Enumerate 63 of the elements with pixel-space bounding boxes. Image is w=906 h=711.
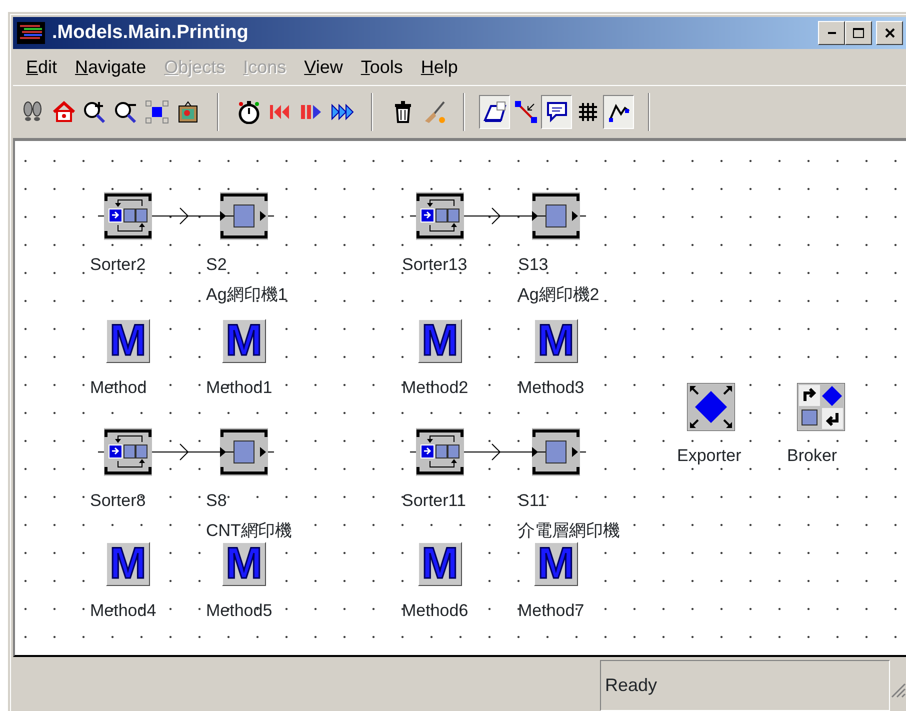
footprints-icon [20, 100, 44, 124]
node-description: Ag網印機1 [206, 284, 288, 306]
method-icon[interactable]: M [534, 542, 578, 586]
node-label: S13 [518, 254, 548, 276]
exporter-icon[interactable] [687, 383, 735, 431]
node-label: Broker [787, 445, 838, 467]
node-label: Method3 [518, 377, 584, 399]
menu-item[interactable]: Navigate [66, 52, 156, 82]
menu-item[interactable]: Tools [352, 52, 412, 82]
method-icon[interactable]: M [222, 542, 266, 586]
method-icon[interactable]: M [534, 319, 578, 363]
node-label: Sorter11 [402, 490, 466, 512]
node-label: Method5 [206, 600, 272, 622]
node-label: Method1 [206, 377, 272, 399]
node-label: S2 [206, 254, 227, 276]
zoom-in-icon [82, 100, 106, 124]
menu-item[interactable]: Edit [17, 52, 66, 82]
picture-frame-icon [176, 100, 200, 124]
connector-line [464, 444, 532, 460]
connector-line [152, 444, 220, 460]
speech-bubble-button[interactable] [541, 95, 572, 129]
connector-line [152, 208, 220, 224]
node-label: Sorter13 [402, 254, 468, 276]
node-label: Method6 [402, 600, 468, 622]
menu-item[interactable]: View [295, 52, 352, 82]
window-title: .Models.Main.Printing [52, 20, 248, 45]
method-icon[interactable]: M [418, 319, 462, 363]
pen-button[interactable] [603, 95, 634, 129]
method-icon[interactable]: M [222, 319, 266, 363]
node-label: Sorter2 [90, 254, 146, 276]
broker-icon[interactable] [797, 383, 845, 431]
stopwatch-icon [236, 100, 260, 124]
app-icon [16, 20, 48, 46]
method-icon[interactable]: M [106, 319, 150, 363]
node-label: Method4 [90, 600, 156, 622]
method-icon[interactable]: M [418, 542, 462, 586]
fit-icon [144, 100, 168, 124]
maximize-icon [852, 27, 866, 39]
node-label: S11 [518, 490, 547, 512]
close-icon [884, 27, 896, 39]
zoom-out-icon [114, 100, 138, 124]
menu-item[interactable]: Help [412, 52, 467, 82]
node-description: Ag網印機2 [518, 284, 600, 306]
minimize-button[interactable] [818, 21, 845, 45]
close-button[interactable] [876, 21, 903, 45]
node-label: Exporter [677, 445, 742, 467]
node-description: CNT網印機 [206, 520, 292, 542]
connector-line [464, 208, 532, 224]
node-label: Method [90, 377, 147, 399]
home-icon [52, 100, 76, 124]
speech-bubble-icon [544, 100, 568, 124]
method-icon[interactable]: M [106, 542, 150, 586]
connector-icon [514, 100, 538, 124]
status-text: Ready [600, 660, 890, 711]
minimize-icon [828, 32, 836, 34]
maximize-button[interactable] [845, 21, 872, 45]
node-label: Sorter8 [90, 490, 146, 512]
node-label: Method7 [518, 600, 584, 622]
eraser-icon [482, 100, 506, 124]
node-label: Method2 [402, 377, 468, 399]
node-label: S8 [206, 490, 227, 512]
eraser-button[interactable] [479, 95, 510, 129]
node-description: 介電層網印機 [518, 520, 620, 542]
